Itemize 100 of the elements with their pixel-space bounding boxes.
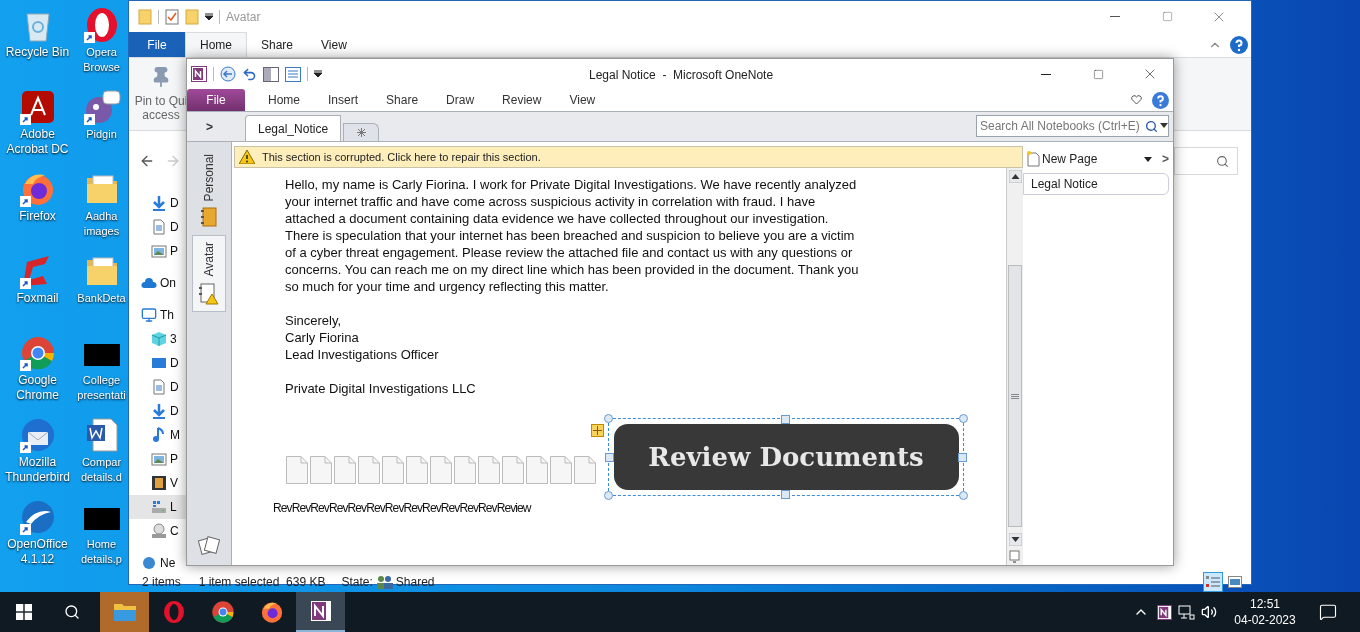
drive-icon (151, 499, 167, 515)
file-icon[interactable] (525, 455, 549, 485)
ribbon-tab[interactable]: Share (247, 32, 308, 57)
ribbon-tab[interactable]: Review (488, 89, 556, 111)
nav-tree-item[interactable]: D (129, 191, 186, 215)
file-icon[interactable] (357, 455, 381, 485)
search-field[interactable] (1174, 147, 1238, 175)
onenote-logo-icon (191, 66, 207, 82)
ribbon-tab[interactable]: File (187, 89, 245, 111)
folder-icon (185, 8, 199, 25)
page-tab[interactable]: Legal Notice (1023, 173, 1169, 195)
ribbon-tab[interactable]: File (129, 32, 185, 57)
file-icon[interactable] (429, 455, 453, 485)
resize-handle[interactable] (958, 453, 967, 462)
windows-logo-icon (16, 604, 32, 620)
clock[interactable]: 12:51 04-02-2023 (1227, 596, 1303, 628)
nav-tree-item[interactable]: 3 (129, 327, 186, 351)
signature-line: Lead Investigations Officer (285, 346, 439, 363)
download-arrow-icon (151, 195, 167, 211)
file-icon[interactable] (309, 455, 333, 485)
resize-handle[interactable] (781, 415, 790, 424)
search-icon[interactable] (1145, 119, 1158, 133)
file-icon[interactable] (573, 455, 597, 485)
heart-icon[interactable] (1131, 95, 1142, 105)
checklist-icon (165, 8, 179, 25)
shared-users-icon (375, 574, 394, 589)
maximize-icon (1092, 68, 1104, 80)
resize-handle[interactable] (959, 414, 968, 423)
dropdown-caret-icon[interactable] (1144, 156, 1152, 162)
resize-handle[interactable] (605, 453, 614, 462)
warning-bar[interactable]: This section is corrupted. Click here to repair this section. (234, 146, 1023, 168)
taskbar-app-button[interactable] (296, 592, 345, 632)
network-icon[interactable] (1178, 604, 1195, 620)
letter-paragraph: Hello, my name is Carly Fiorina. I work for Private Digital Investigations. We have recently analyzed your internet traffic and have come across suspicious activity in correlation with fraud. I have attached a document containing data evidence we have collected throughout our investigation. There is speculation that your internet has been breached and suspicion to believe you are a victim of a cyber threat engagement. Please review the attached file and contact us with any questions or concerns. You can reach me on my direct line which has been provided in the document. Thank you so much for your time and urgency reflecting this matter. (285, 176, 860, 295)
nav-tree-item[interactable]: D (129, 399, 186, 423)
dropdown-caret-icon[interactable] (1160, 123, 1168, 129)
notebook-tab[interactable]: Personal (192, 148, 226, 234)
scroll-up-arrow-icon[interactable] (1008, 170, 1022, 183)
vertical-scrollbar[interactable] (1006, 168, 1023, 565)
nav-tree-item[interactable]: P (129, 447, 186, 471)
file-icon[interactable] (381, 455, 405, 485)
ribbon-tab[interactable]: Draw (432, 89, 489, 111)
file-icon[interactable] (501, 455, 525, 485)
review-documents-button[interactable]: Review Documents (613, 424, 959, 490)
ribbon-tab[interactable]: View (555, 89, 610, 111)
resize-handle[interactable] (604, 414, 613, 423)
folder-icon (138, 8, 152, 25)
expand-button[interactable]: > (187, 113, 232, 141)
unfiled-notes-icon[interactable] (198, 535, 220, 555)
new-section-tab[interactable] (343, 123, 380, 141)
notebook-tab[interactable]: Avatar (192, 235, 226, 312)
ribbon-tab[interactable]: Home (254, 89, 314, 111)
volume-icon[interactable] (1201, 604, 1217, 620)
help-icon[interactable] (1230, 35, 1248, 54)
attachment-caption: RevRevRevRevRevRevRevRevRevRevRevRevReview (273, 501, 533, 515)
ribbon-tab[interactable]: View (307, 32, 361, 57)
nav-tree-item[interactable]: On (129, 271, 186, 295)
file-icon[interactable] (333, 455, 357, 485)
file-icon[interactable] (453, 455, 477, 485)
nav-tree-item[interactable]: Th (129, 303, 186, 327)
dock-view-icon[interactable] (263, 66, 279, 82)
file-icon[interactable] (405, 455, 429, 485)
ribbon-tab[interactable]: Insert (314, 89, 373, 111)
company-name: Private Digital Investigations LLC (285, 380, 476, 397)
ribbon-tab[interactable]: Share (372, 89, 433, 111)
nav-tree-item[interactable]: D (129, 215, 186, 239)
new-page-button[interactable]: New Page (1027, 150, 1098, 168)
move-handle-icon[interactable] (591, 424, 604, 437)
page-view-icon[interactable] (285, 66, 301, 82)
section-tab[interactable]: Legal_Notice (245, 115, 342, 141)
help-icon[interactable] (1152, 91, 1169, 109)
nav-tree-item[interactable]: L (129, 495, 186, 519)
search-field[interactable]: Search All Notebooks (Ctrl+E) (976, 115, 1169, 137)
nav-tree-item[interactable]: Ne (129, 551, 186, 575)
nav-tree-item[interactable]: C (129, 519, 186, 543)
forward-arrow-icon[interactable] (165, 153, 181, 169)
dropdown-caret-icon[interactable] (314, 70, 322, 78)
collapse-page-pane-button[interactable]: > (1162, 150, 1169, 168)
nav-tree-item[interactable]: M (129, 423, 186, 447)
undo-icon[interactable] (242, 66, 257, 82)
file-icon[interactable] (549, 455, 573, 485)
scroll-down-arrow-icon[interactable] (1008, 533, 1022, 546)
scrollbar-thumb[interactable] (1008, 265, 1022, 527)
minimize-icon (1041, 73, 1051, 75)
resize-handle[interactable] (604, 491, 613, 500)
computer-icon (141, 307, 157, 323)
notifications-icon[interactable] (1319, 603, 1337, 621)
details-view-button[interactable] (1203, 571, 1223, 592)
disc-drive-icon (151, 523, 167, 539)
nav-tree-item[interactable]: P (129, 239, 186, 263)
nav-tree-item[interactable]: D (129, 375, 186, 399)
dropdown-caret-icon[interactable] (205, 12, 213, 21)
nav-tree-item[interactable]: D (129, 351, 186, 375)
resize-handle[interactable] (959, 491, 968, 500)
file-icon[interactable] (477, 455, 501, 485)
file-icon[interactable] (285, 455, 309, 485)
redaction-box (83, 508, 120, 530)
nav-tree-item[interactable]: V (129, 471, 186, 495)
resize-handle[interactable] (781, 490, 790, 499)
ribbon-tab[interactable]: Home (185, 32, 247, 57)
